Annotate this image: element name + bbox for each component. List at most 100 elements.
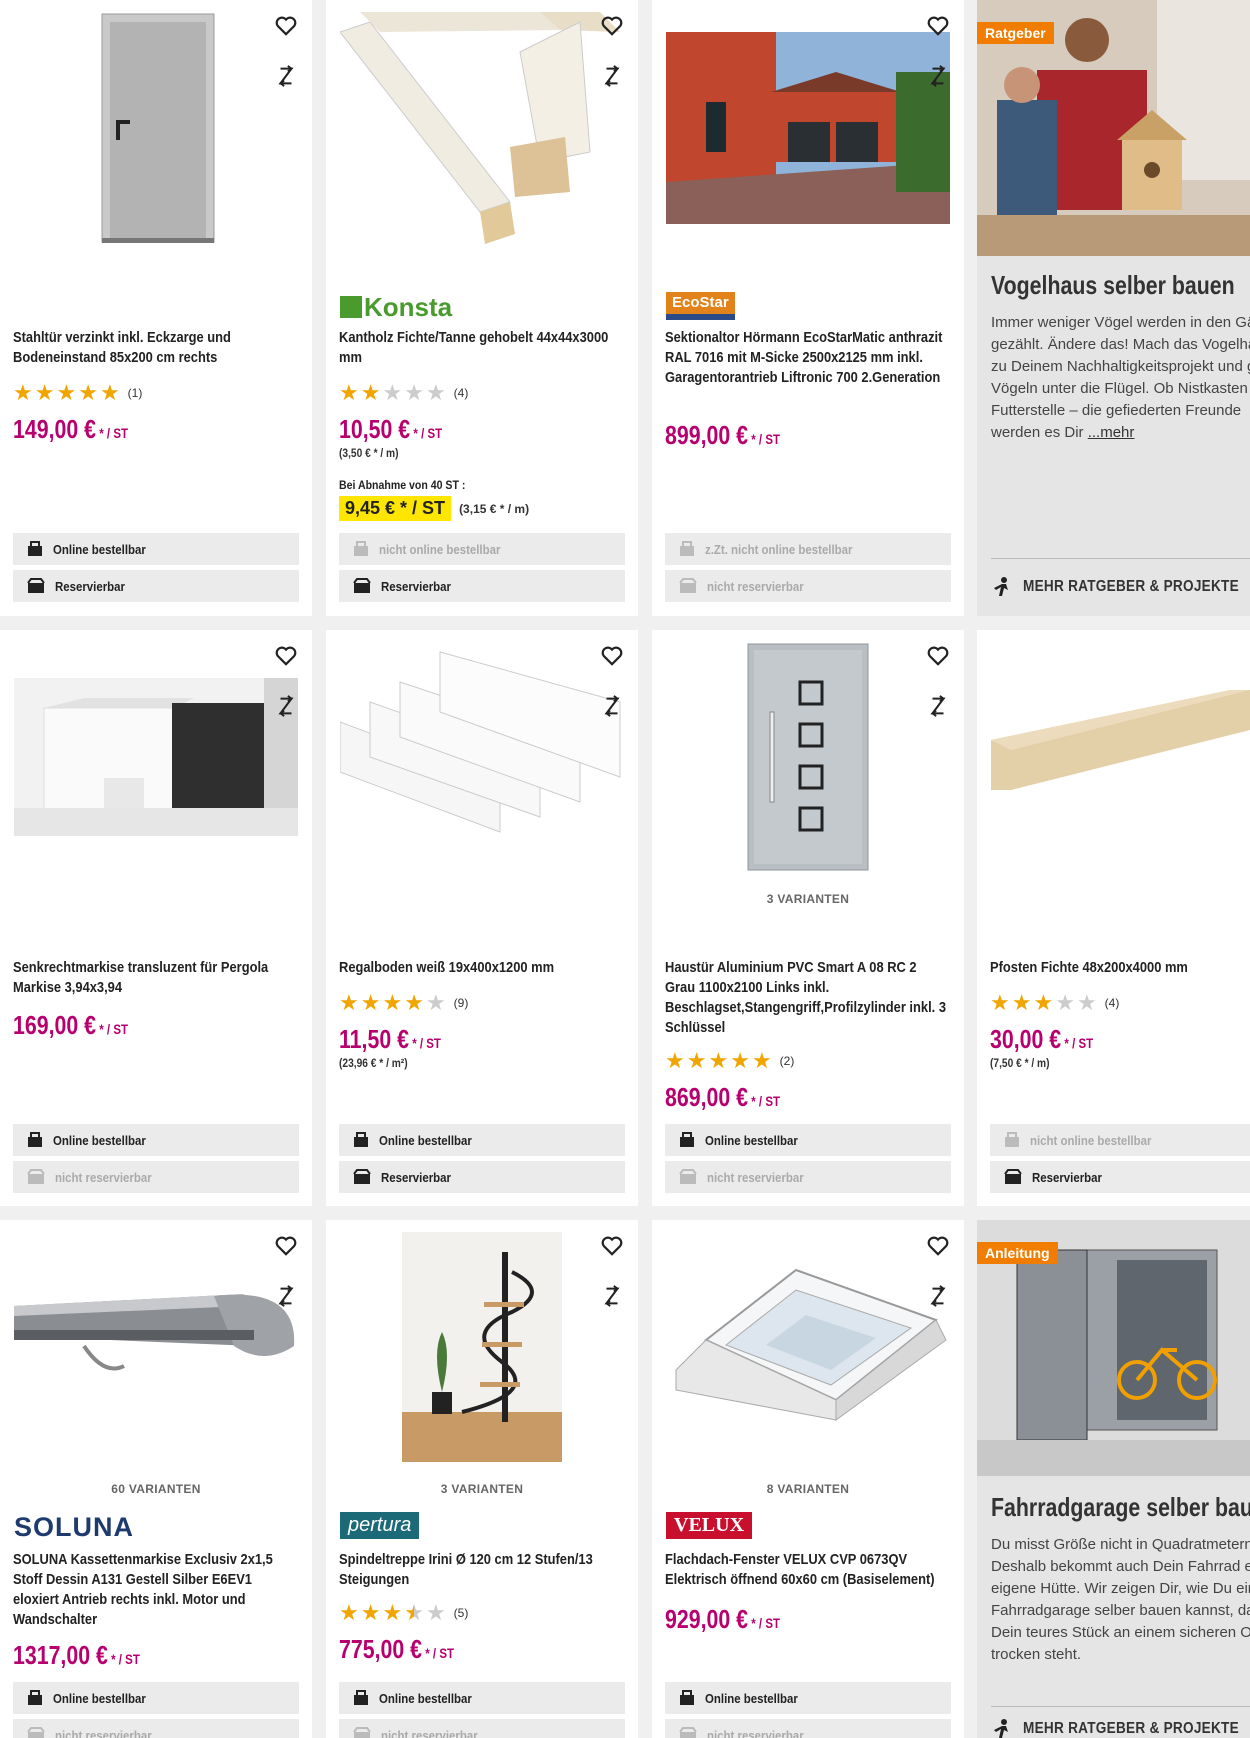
compare-icon[interactable] [598, 692, 626, 720]
product-card[interactable]: 8 VARIANTEN VELUX Flachdach-Fenster VELU… [652, 1220, 964, 1738]
star-icon: ★ [99, 380, 120, 405]
product-image[interactable] [666, 1250, 950, 1430]
price: 11,50 € * / ST [339, 1024, 441, 1055]
product-image[interactable] [991, 690, 1250, 790]
online-status: Online bestellbar [379, 1132, 472, 1148]
price-value: 11,50 € [339, 1024, 409, 1054]
product-title[interactable]: Regalboden weiß 19x400x1200 mm [339, 958, 623, 978]
product-image[interactable] [14, 12, 298, 272]
product-image[interactable] [666, 32, 950, 224]
star-icon: ★ [404, 990, 424, 1015]
price-unit: * / ST [425, 1645, 454, 1661]
more-guides-link[interactable]: MEHR RATGEBER & PROJEKTE [991, 576, 1250, 598]
reserve-availability: Reservierbar [339, 570, 625, 602]
product-title[interactable]: Sektionaltor Hörmann EcoStarMatic anthra… [665, 328, 949, 388]
price: 10,50 € * / ST [339, 414, 442, 445]
cart-icon [1005, 1132, 1019, 1147]
product-image[interactable] [14, 1286, 298, 1390]
more-guides-label: MEHR RATGEBER & PROJEKTE [1023, 1720, 1239, 1737]
awning-image [14, 1294, 295, 1371]
rating-count: (1) [127, 386, 143, 400]
product-title[interactable]: Stahltür verzinkt inkl. Eckzarge und Bod… [13, 328, 297, 368]
heart-icon[interactable] [924, 12, 952, 40]
star-icon: ★ [665, 1048, 685, 1073]
product-card[interactable]: Senkrechtmarkise transluzent für Pergola… [0, 630, 312, 1206]
product-card[interactable]: Stahltür verzinkt inkl. Eckzarge und Bod… [0, 0, 312, 616]
online-availability: Online bestellbar [13, 1124, 299, 1156]
product-title[interactable]: Kantholz Fichte/Tanne gehobelt 44x44x300… [339, 328, 623, 368]
guide-title[interactable]: Fahrradgarage selber bauen [991, 1492, 1250, 1523]
rating-stars: ★ ★ ★ ★ ★ (9) [339, 992, 468, 1014]
more-guides-link[interactable]: MEHR RATGEBER & PROJEKTE [991, 1718, 1250, 1738]
heart-icon[interactable] [272, 1232, 300, 1260]
compare-icon[interactable] [924, 62, 952, 90]
guide-title[interactable]: Vogelhaus selber bauen [991, 270, 1235, 301]
compare-icon[interactable] [272, 62, 300, 90]
product-title[interactable]: Senkrechtmarkise transluzent für Pergola… [13, 958, 297, 998]
product-grid: Stahltür verzinkt inkl. Eckzarge und Bod… [0, 0, 1250, 1738]
variants-count[interactable]: 60 VARIANTEN [0, 1482, 312, 1496]
store-icon [1004, 1169, 1022, 1184]
product-card[interactable]: Konsta Kantholz Fichte/Tanne gehobelt 44… [326, 0, 638, 616]
rating-count: (4) [1104, 996, 1120, 1010]
star-icon: ★ [360, 990, 381, 1015]
reserve-availability: nicht reservierbar [13, 1719, 299, 1738]
compare-icon[interactable] [924, 1282, 952, 1310]
product-image[interactable] [340, 12, 624, 252]
variants-count[interactable]: 3 VARIANTEN [652, 892, 964, 906]
bulk-unit-price: (3,15 € * / m) [459, 501, 530, 516]
online-availability: z.Zt. nicht online bestellbar [665, 533, 951, 565]
bulk-offer: 9,45 € * / ST (3,15 € * / m) [339, 496, 529, 521]
heart-icon[interactable] [272, 642, 300, 670]
product-title[interactable]: Flachdach-Fenster VELUX CVP 0673QV Elekt… [665, 1550, 949, 1590]
product-image[interactable] [340, 642, 624, 882]
heart-icon[interactable] [598, 642, 626, 670]
variants-count[interactable]: 3 VARIANTEN [326, 1482, 638, 1496]
online-availability: Online bestellbar [665, 1682, 951, 1714]
heart-icon[interactable] [272, 12, 300, 40]
price: 929,00 € * / ST [665, 1604, 780, 1635]
heart-icon[interactable] [598, 12, 626, 40]
star-icon: ★ [404, 1600, 424, 1625]
bulk-price: 9,45 € * / ST [339, 496, 452, 521]
rating-stars: ★ ★ ★ ★ ★ (5) [339, 1602, 468, 1624]
product-card[interactable]: Regalboden weiß 19x400x1200 mm ★ ★ ★ ★ ★ (9)… [326, 630, 638, 1206]
compare-icon[interactable] [598, 1282, 626, 1310]
rating-stars: ★ ★ ★ ★ ★ (4) [339, 382, 468, 404]
heart-icon[interactable] [924, 1232, 952, 1260]
guide-card[interactable]: Anleitung Fahrradgarage selber bauen Du … [977, 1220, 1250, 1738]
product-title[interactable]: Pfosten Fichte 48x200x4000 mm [990, 958, 1239, 978]
product-title[interactable]: SOLUNA Kassettenmarkise Exclusiv 2x1,5 S… [13, 1550, 297, 1630]
online-status: Online bestellbar [53, 541, 146, 557]
product-image[interactable] [14, 678, 298, 836]
heart-icon[interactable] [598, 1232, 626, 1260]
star-icon: ★ [13, 380, 33, 405]
product-image[interactable] [666, 642, 950, 882]
product-card[interactable]: EcoStar Sektionaltor Hörmann EcoStarMati… [652, 0, 964, 616]
compare-icon[interactable] [924, 692, 952, 720]
unit-price: (23,96 € * / m²) [339, 1056, 408, 1070]
reserve-status: Reservierbar [381, 578, 451, 594]
product-title[interactable]: Haustür Aluminium PVC Smart A 08 RC 2 Gr… [665, 958, 949, 1038]
heart-icon[interactable] [924, 642, 952, 670]
product-card[interactable]: 3 VARIANTEN pertura Spindeltreppe Irini … [326, 1220, 638, 1738]
product-image[interactable] [402, 1232, 562, 1462]
product-card[interactable]: Pfosten Fichte 48x200x4000 mm ★ ★ ★ ★ ★ (4) … [977, 630, 1250, 1206]
price: 899,00 € * / ST [665, 420, 780, 451]
product-card[interactable]: 3 VARIANTEN Haustür Aluminium PVC Smart … [652, 630, 964, 1206]
reserve-status: nicht reservierbar [55, 1169, 152, 1185]
compare-icon[interactable] [598, 62, 626, 90]
product-title[interactable]: Spindeltreppe Irini Ø 120 cm 12 Stufen/1… [339, 1550, 623, 1590]
guide-card[interactable]: Ratgeber Vogelhaus selber bauen Immer we… [977, 0, 1250, 616]
online-availability: Online bestellbar [665, 1124, 951, 1156]
variants-count[interactable]: 8 VARIANTEN [652, 1482, 964, 1496]
price-value: 10,50 € [339, 414, 411, 444]
star-icon: ★ [1011, 990, 1032, 1015]
read-more-link[interactable]: ...mehr [1088, 424, 1135, 441]
product-card[interactable]: 60 VARIANTEN SOLUNA SOLUNA Kassettenmark… [0, 1220, 312, 1738]
compare-icon[interactable] [272, 692, 300, 720]
compare-icon[interactable] [272, 1282, 300, 1310]
price-value: 899,00 € [665, 420, 748, 450]
star-icon: ★ [425, 1600, 446, 1625]
star-icon: ★ [1076, 990, 1097, 1015]
